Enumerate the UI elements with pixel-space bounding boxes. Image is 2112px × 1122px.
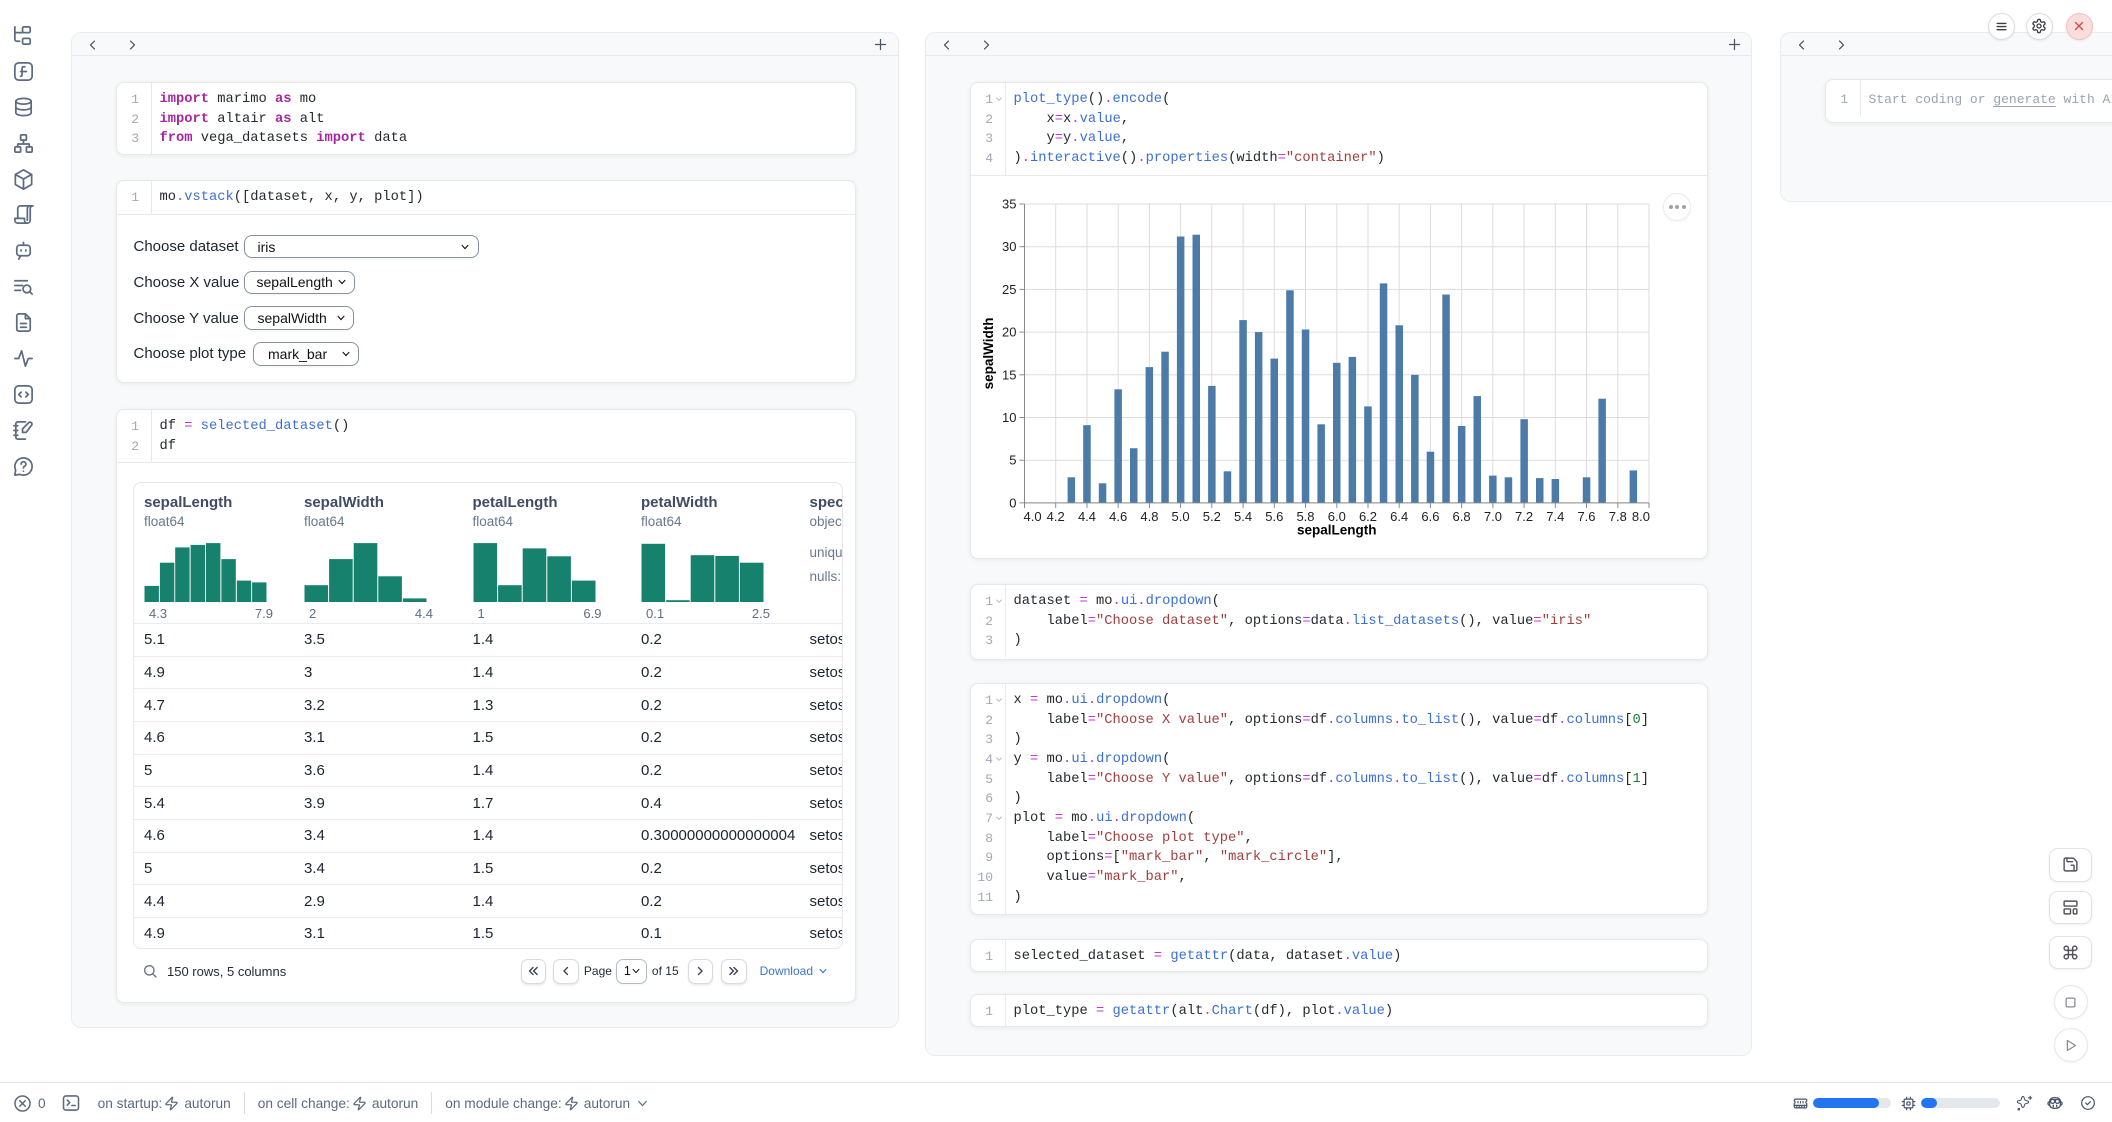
svg-text:4.0: 4.0	[1024, 509, 1042, 524]
svg-text:5.2: 5.2	[1203, 509, 1221, 524]
svg-text:6.6: 6.6	[1421, 509, 1439, 524]
svg-text:4.6: 4.6	[1109, 509, 1127, 524]
svg-text:4.8: 4.8	[1140, 509, 1158, 524]
svg-text:15: 15	[1002, 367, 1016, 382]
svg-text:5.6: 5.6	[1265, 509, 1283, 524]
svg-text:25: 25	[1002, 282, 1016, 297]
svg-text:35: 35	[1002, 196, 1016, 211]
svg-text:4.4: 4.4	[1078, 509, 1096, 524]
svg-text:6.4: 6.4	[1390, 509, 1408, 524]
svg-text:30: 30	[1002, 239, 1016, 254]
svg-text:7.4: 7.4	[1546, 509, 1564, 524]
svg-text:sepalWidth: sepalWidth	[981, 317, 996, 389]
svg-text:5: 5	[1009, 452, 1016, 467]
svg-text:10: 10	[1002, 410, 1016, 425]
svg-text:8.0: 8.0	[1632, 509, 1650, 524]
svg-text:sepalLength: sepalLength	[1297, 522, 1377, 537]
svg-text:7.8: 7.8	[1609, 509, 1627, 524]
svg-text:4.2: 4.2	[1047, 509, 1065, 524]
svg-text:6.8: 6.8	[1453, 509, 1471, 524]
svg-text:0: 0	[1009, 495, 1016, 510]
svg-text:20: 20	[1002, 324, 1016, 339]
svg-text:7.6: 7.6	[1577, 509, 1595, 524]
svg-text:7.0: 7.0	[1484, 509, 1502, 524]
svg-text:7.2: 7.2	[1515, 509, 1533, 524]
svg-text:5.4: 5.4	[1234, 509, 1252, 524]
svg-text:5.0: 5.0	[1172, 509, 1190, 524]
